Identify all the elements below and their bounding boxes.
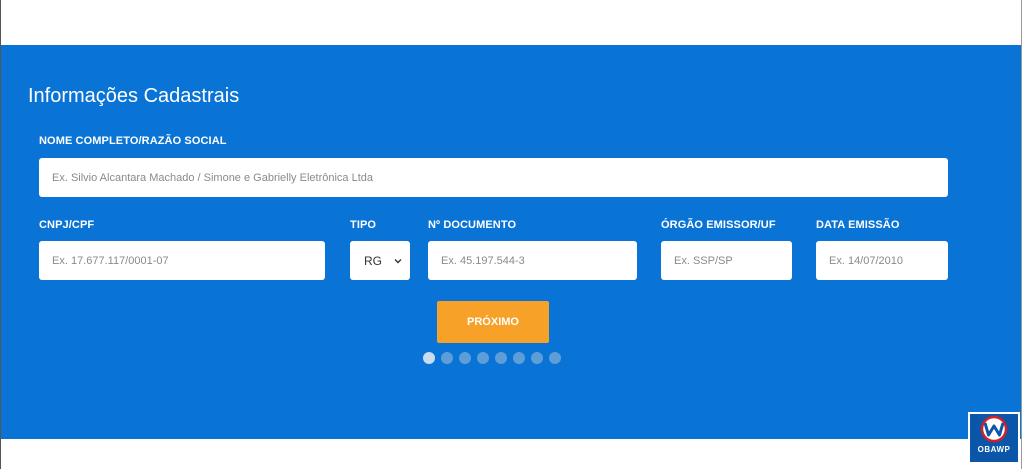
step-dot[interactable]	[423, 352, 435, 364]
step-dot[interactable]	[459, 352, 471, 364]
w-circle-logo-icon	[980, 415, 1008, 443]
name-field[interactable]: Ex. Silvio Alcantara Machado / Simone e …	[39, 158, 948, 197]
orgao-field[interactable]: Ex. SSP/SP	[661, 241, 792, 280]
documento-label: Nº DOCUMENTO	[428, 219, 517, 231]
documento-field-placeholder: Ex. 45.197.544-3	[441, 254, 525, 267]
orgao-field-placeholder: Ex. SSP/SP	[674, 254, 733, 267]
name-label: NOME COMPLETO/RAZÃO SOCIAL	[39, 135, 227, 147]
chevron-down-icon	[394, 258, 402, 263]
step-dot[interactable]	[495, 352, 507, 364]
data-emissao-field[interactable]: Ex. 14/07/2010	[816, 241, 948, 280]
tipo-select[interactable]: RG	[350, 241, 410, 280]
logo-text: OBAWP	[977, 445, 1011, 454]
next-button[interactable]: PRÓXIMO	[437, 301, 549, 343]
data-emissao-field-placeholder: Ex. 14/07/2010	[829, 254, 904, 267]
obawp-logo: OBAWP	[968, 412, 1020, 464]
documento-field[interactable]: Ex. 45.197.544-3	[428, 241, 637, 280]
tipo-label: TIPO	[350, 219, 377, 231]
step-dot[interactable]	[477, 352, 489, 364]
cnpj-field[interactable]: Ex. 17.677.117/0001-07	[39, 241, 325, 280]
orgao-label: ÓRGÃO EMISSOR/UF	[661, 219, 776, 231]
cnpj-field-placeholder: Ex. 17.677.117/0001-07	[52, 254, 169, 267]
tipo-selected-value: RG	[364, 253, 382, 268]
form-title: Informações Cadastrais	[28, 85, 240, 107]
cnpj-label: CNPJ/CPF	[39, 219, 95, 231]
step-dot[interactable]	[441, 352, 453, 364]
registration-form-panel: Informações Cadastrais NOME COMPLETO/RAZ…	[1, 45, 1021, 439]
step-dot[interactable]	[513, 352, 525, 364]
step-dot[interactable]	[549, 352, 561, 364]
step-dot[interactable]	[531, 352, 543, 364]
window-border-right	[1021, 0, 1022, 469]
step-pagination	[423, 352, 561, 364]
name-field-placeholder: Ex. Silvio Alcantara Machado / Simone e …	[52, 171, 373, 184]
data-emissao-label: DATA EMISSÃO	[816, 219, 900, 231]
